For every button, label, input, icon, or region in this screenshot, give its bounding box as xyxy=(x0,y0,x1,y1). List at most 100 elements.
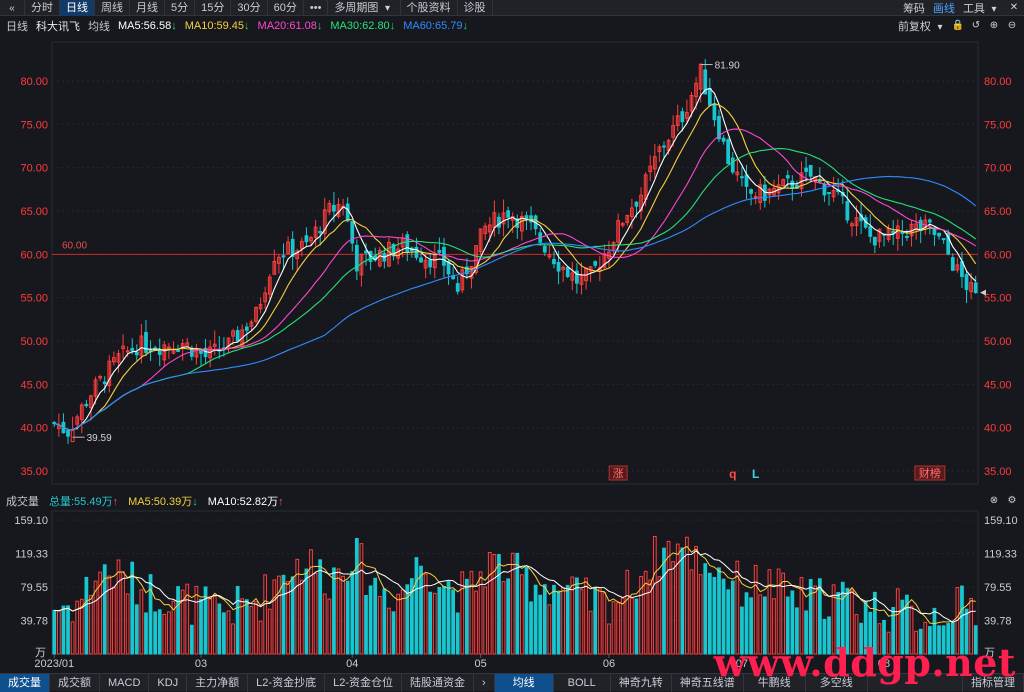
date-label: 06 xyxy=(603,658,615,670)
volume-bar xyxy=(254,601,258,655)
candle-body xyxy=(822,183,827,196)
volume-bar xyxy=(194,585,199,655)
volume-bar xyxy=(437,586,442,655)
volume-tick-label-right: 39.78 xyxy=(984,616,1012,628)
volume-bar xyxy=(607,623,611,655)
candle-body xyxy=(419,257,423,263)
tab-hk-connect[interactable]: 陆股通资金 xyxy=(402,673,474,692)
volume-bar xyxy=(52,609,57,655)
candle-body xyxy=(868,226,873,237)
tab-kdj[interactable]: KDJ xyxy=(149,673,188,692)
price-tick-label-left: 40.00 xyxy=(20,423,48,435)
price-tick-label-left: 80.00 xyxy=(20,76,48,88)
tab-l2-position[interactable]: L2-资金仓位 xyxy=(325,673,402,692)
tab-boll[interactable]: BOLL xyxy=(554,673,611,692)
volume-bar xyxy=(579,589,584,655)
candle-body xyxy=(817,180,822,183)
candle-body xyxy=(134,351,139,356)
candle-body xyxy=(565,267,570,277)
volume-bar xyxy=(57,610,61,655)
volume-bar xyxy=(387,607,391,655)
volume-ma5: MA5:50.39万↓ xyxy=(128,496,198,508)
price-tick-label-right: 50.00 xyxy=(984,336,1012,348)
volume-bar xyxy=(89,594,93,655)
date-label: 2023/01 xyxy=(34,658,74,670)
candle-body xyxy=(437,249,442,253)
volume-bar xyxy=(533,584,538,655)
volume-tick-label-left: 119.33 xyxy=(15,549,48,561)
main-plot-frame xyxy=(51,41,979,485)
candle-body xyxy=(872,236,877,246)
volume-bar xyxy=(602,592,607,655)
volume-bar xyxy=(235,585,240,655)
date-label: 04 xyxy=(346,658,358,670)
kline-chart[interactable]: 35.00 35.00 40.00 40.00 45.00 45.00 50.00 50.00… xyxy=(0,0,1024,691)
tabs-next-button[interactable]: › xyxy=(474,673,495,692)
volume-bar xyxy=(359,543,364,655)
tab-volume[interactable]: 成交量 xyxy=(0,673,50,692)
volume-bar xyxy=(350,571,355,655)
volume-bar xyxy=(382,588,387,655)
candle-body xyxy=(84,403,89,407)
candle-body xyxy=(973,282,978,294)
volume-bar xyxy=(396,593,400,655)
volume-bar xyxy=(556,590,561,655)
volume-bar xyxy=(657,576,662,655)
volume-bar xyxy=(524,567,529,655)
volume-bar xyxy=(290,576,295,655)
price-tick-label-right: 60.00 xyxy=(984,249,1012,261)
candle-body xyxy=(70,429,75,443)
tab-main-net[interactable]: 主力净额 xyxy=(187,673,249,692)
volume-bar xyxy=(675,543,680,655)
candle-body xyxy=(102,381,107,384)
price-tick-label-left: 45.00 xyxy=(20,379,48,391)
watermark: www.ddgp.net xyxy=(713,640,1016,685)
volume-tick-label-left: 79.55 xyxy=(20,582,48,594)
candle-body xyxy=(707,87,712,106)
volume-bar xyxy=(153,611,158,655)
price-tick-label-right: 65.00 xyxy=(984,206,1012,218)
volume-bar xyxy=(446,581,451,655)
volume-bar xyxy=(364,594,368,655)
volume-bar xyxy=(588,610,593,655)
volume-ma10: MA10:52.82万↑ xyxy=(207,496,284,508)
volume-bar xyxy=(121,571,125,655)
volume-bar xyxy=(529,601,533,655)
volume-bar xyxy=(327,598,332,655)
volume-bar xyxy=(304,568,309,655)
volume-bar xyxy=(267,608,272,655)
tab-magic-nine[interactable]: 神奇九转 xyxy=(611,673,672,692)
settings-icon[interactable]: ⚙ xyxy=(1006,495,1018,507)
volume-bar xyxy=(552,584,556,655)
price-tick-label-left: 35.00 xyxy=(20,466,48,478)
candle-body xyxy=(680,111,685,123)
candle-body xyxy=(176,349,180,352)
volume-bar xyxy=(506,578,510,655)
price-tick-label-right: 40.00 xyxy=(984,423,1012,435)
volume-bar xyxy=(345,580,350,655)
volume-bar xyxy=(455,612,460,655)
volume-bar xyxy=(189,624,194,655)
candle-body xyxy=(345,203,350,222)
tab-macd[interactable]: MACD xyxy=(100,673,150,692)
candle-body xyxy=(552,258,556,265)
volume-bar xyxy=(575,577,579,655)
tab-turnover[interactable]: 成交额 xyxy=(50,673,100,692)
close-icon[interactable]: ⊗ xyxy=(988,495,1000,507)
volume-bar xyxy=(428,591,433,655)
reference-line-label: 60.00 xyxy=(62,240,87,251)
tab-l2-bottom[interactable]: L2-资金抄底 xyxy=(248,673,326,692)
volume-bar xyxy=(258,620,263,655)
price-tick-label-right: 80.00 xyxy=(984,76,1012,88)
candle-body xyxy=(244,326,249,331)
candle-body xyxy=(785,175,790,179)
volume-bar xyxy=(354,537,359,655)
volume-bar xyxy=(593,587,598,655)
volume-bar xyxy=(368,585,373,655)
price-tick-label-left: 55.00 xyxy=(20,293,48,305)
tab-ma[interactable]: 均线 xyxy=(494,673,554,692)
price-tick-label-left: 70.00 xyxy=(20,163,48,175)
volume-bar xyxy=(208,596,213,655)
volume-bar xyxy=(272,579,277,655)
volume-bar xyxy=(70,621,75,655)
